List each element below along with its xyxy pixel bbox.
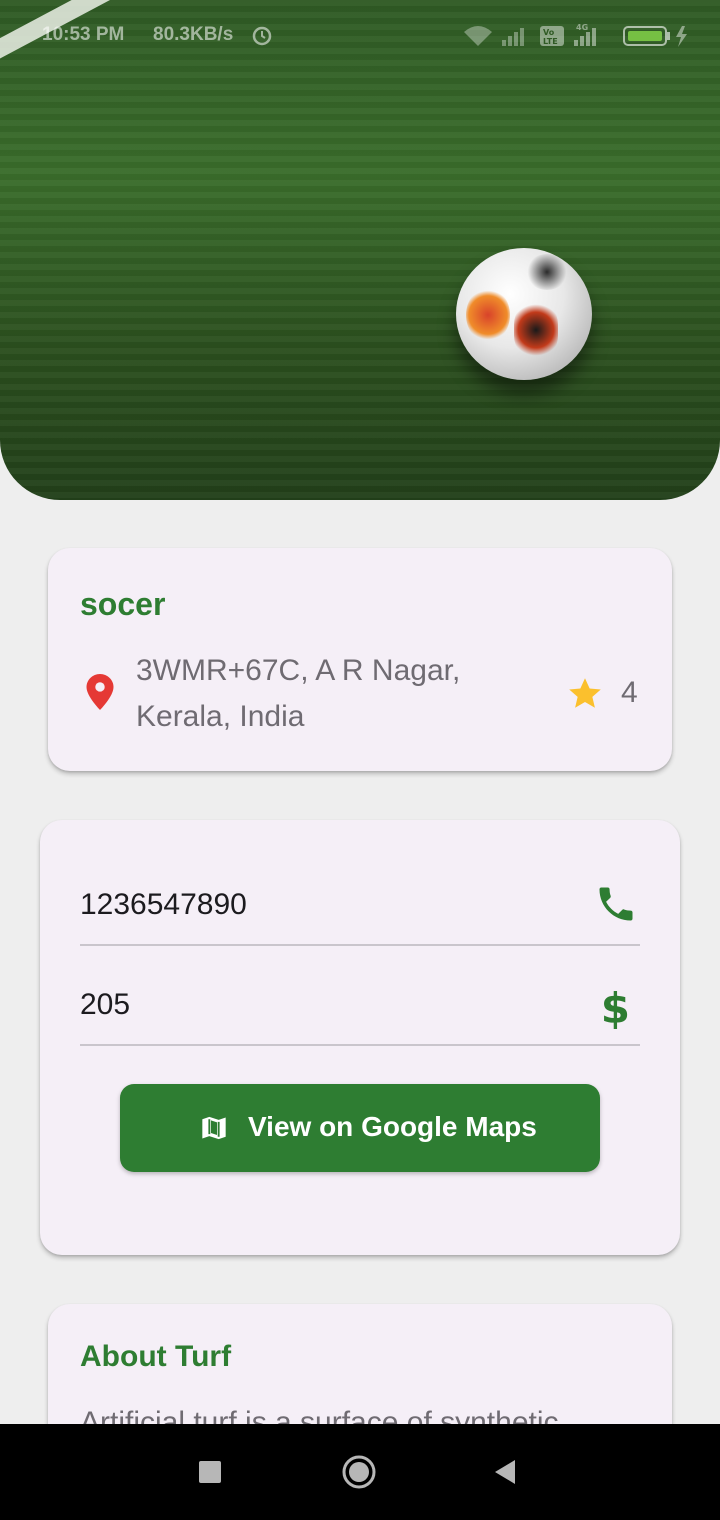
rating-value: 4 bbox=[621, 676, 638, 709]
recent-apps-button[interactable] bbox=[199, 1461, 221, 1483]
svg-text:Vo: Vo bbox=[543, 28, 555, 37]
phone-number: 1236547890 bbox=[80, 888, 247, 921]
wifi-icon bbox=[464, 26, 492, 46]
network-speed: 80.3KB/s bbox=[153, 24, 234, 45]
status-bar: 10:53 PM 80.3KB/s Vo LTE 4G bbox=[0, 0, 720, 70]
4g-signal-icon: 4G bbox=[574, 23, 596, 46]
battery-icon bbox=[623, 26, 670, 46]
turf-details-screen: 10:53 PM 80.3KB/s Vo LTE 4G socer 3WMR+6… bbox=[0, 0, 720, 1520]
alarm-icon bbox=[252, 26, 272, 46]
price-value: 205 bbox=[80, 988, 131, 1021]
navigation-bar bbox=[0, 1424, 720, 1520]
star-icon bbox=[569, 678, 601, 708]
price-row[interactable]: 205 $ bbox=[80, 978, 640, 1046]
svg-text:4G: 4G bbox=[576, 23, 588, 32]
home-button[interactable] bbox=[342, 1455, 376, 1489]
turf-name: socer bbox=[80, 586, 166, 622]
signal-icon bbox=[502, 28, 524, 46]
view-on-google-maps-button[interactable]: View on Google Maps bbox=[120, 1084, 600, 1172]
location-pin-icon bbox=[86, 674, 114, 710]
charging-icon bbox=[676, 26, 687, 47]
hero-image bbox=[0, 0, 720, 500]
svg-text:LTE: LTE bbox=[543, 37, 558, 46]
status-time: 10:53 PM bbox=[42, 24, 125, 45]
turf-info-card: socer 3WMR+67C, A R Nagar, Kerala, India… bbox=[48, 548, 672, 771]
maps-button-label: View on Google Maps bbox=[248, 1111, 537, 1142]
dollar-icon: $ bbox=[600, 984, 630, 1033]
turf-address: 3WMR+67C, A R Nagar, Kerala, India bbox=[136, 654, 461, 733]
about-title: About Turf bbox=[80, 1340, 232, 1373]
phone-icon[interactable] bbox=[594, 882, 638, 926]
volte-icon: Vo LTE bbox=[540, 26, 564, 46]
map-icon bbox=[202, 1116, 226, 1140]
back-button[interactable] bbox=[493, 1458, 517, 1486]
system-status-icons: Vo LTE 4G bbox=[464, 23, 687, 47]
phone-row[interactable]: 1236547890 bbox=[80, 878, 640, 946]
soccer-ball bbox=[456, 248, 592, 380]
contact-card: 1236547890 205 $ View on Google Maps bbox=[40, 820, 680, 1255]
